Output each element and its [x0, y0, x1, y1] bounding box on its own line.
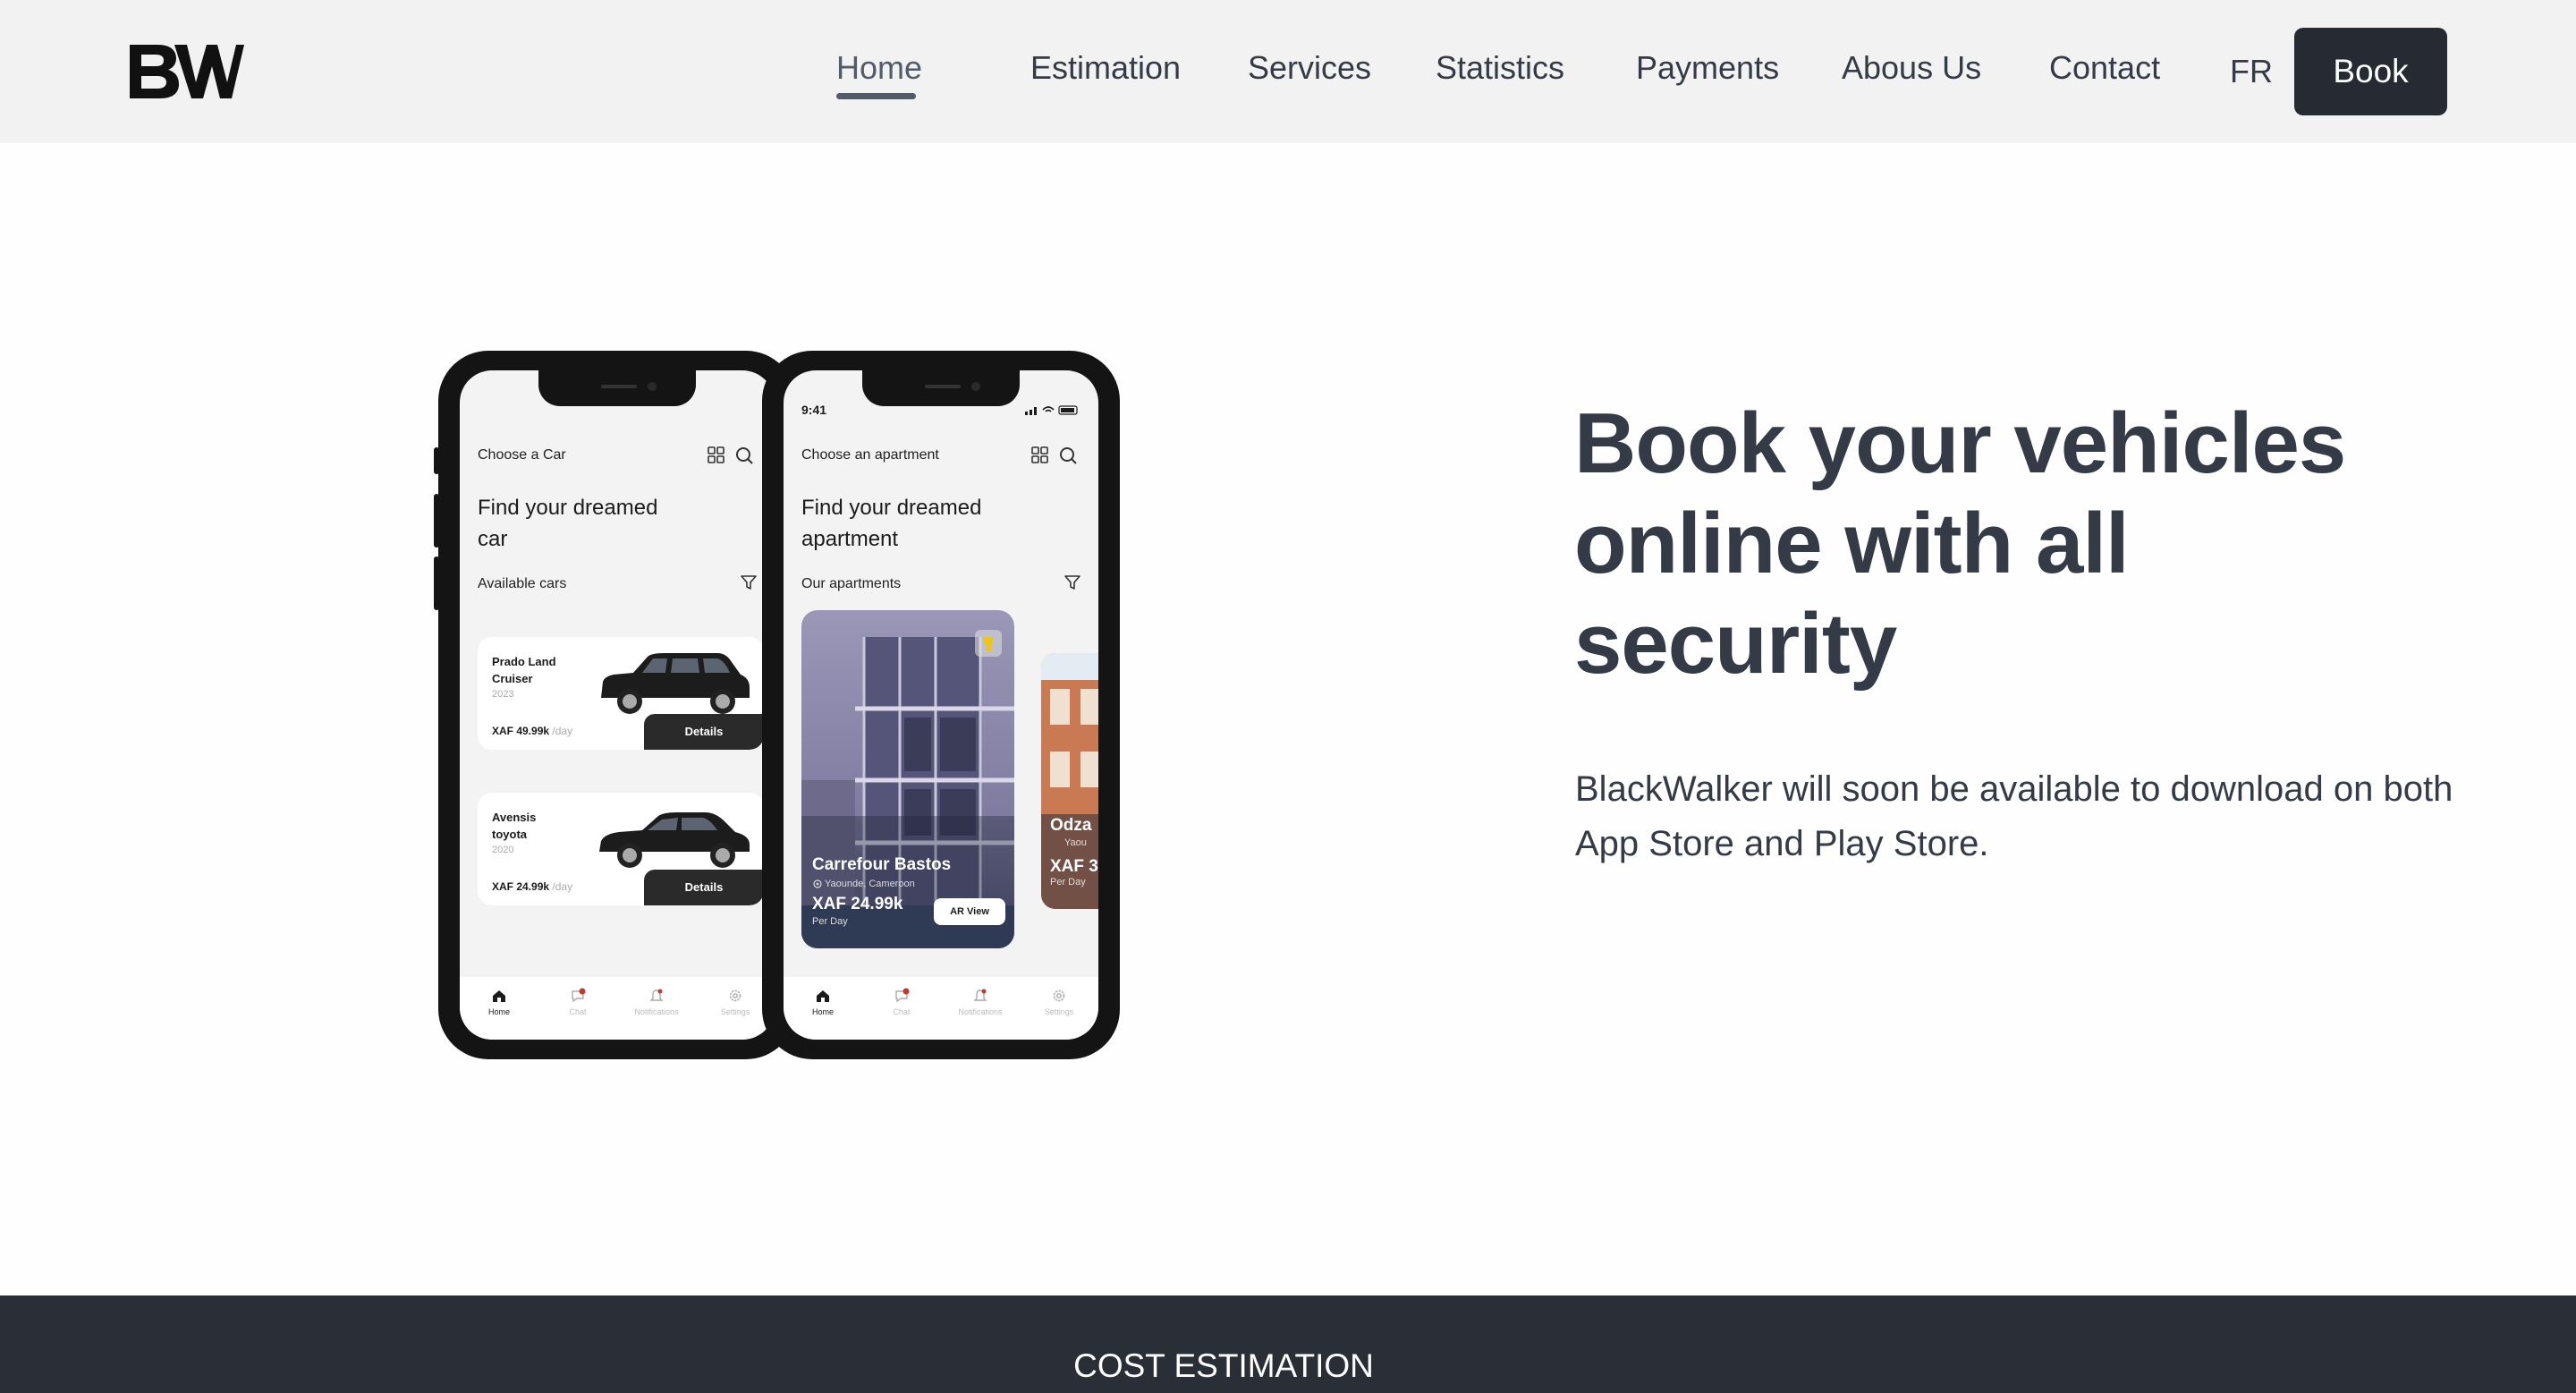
hero-subtitle: BlackWalker will soon be available to do… [1575, 769, 2453, 863]
grid-icon [708, 446, 724, 463]
sedan-car-image [599, 812, 750, 868]
apartment-price-unit: Per Day [812, 916, 848, 927]
book-button[interactable]: Book [2294, 28, 2447, 115]
bell-icon [973, 989, 987, 1001]
car-price: XAF 24.99k /day [492, 880, 573, 893]
screen-title: Choose a Car [478, 447, 566, 463]
section-label: Our apartments [801, 576, 902, 591]
bottom-tab-bar: Home Chat Notifications Settings [784, 977, 1098, 1040]
tab-settings[interactable]: Settings [1020, 988, 1098, 1016]
car-year: 2023 [492, 689, 514, 700]
car-card[interactable]: Prado Land Cruiser 2023 XAF 49.99k /day … [478, 637, 764, 750]
status-bar-icons [1025, 405, 1078, 415]
apartment-name: Odza [1050, 816, 1092, 835]
filter-icon[interactable] [739, 573, 758, 592]
apartment-card[interactable]: Odza Yaou XAF 3 Per Day [1041, 653, 1098, 909]
phone-mockup-apartments: 9:41 Choose an apartment Find your dream… [762, 351, 1120, 1059]
cost-estimation-section: COST ESTIMATION [0, 1295, 2576, 1393]
nav-payments[interactable]: Payments [1636, 0, 1779, 143]
car-year: 2020 [492, 845, 514, 855]
nav-services[interactable]: Services [1248, 0, 1371, 143]
nav-active-underline [836, 93, 916, 99]
home-icon [817, 990, 829, 1002]
tab-chat[interactable]: Chat [862, 988, 941, 1016]
apartment-name: Carrefour Bastos [812, 855, 952, 874]
tab-notifications[interactable]: Notifications [617, 988, 696, 1016]
nav-home[interactable]: Home [836, 0, 922, 143]
language-switch[interactable]: FR [2230, 0, 2273, 143]
bw-logo-icon[interactable] [128, 43, 244, 100]
tab-notifications[interactable]: Notifications [941, 988, 1020, 1016]
screen-heading: Find your dreamed apartment [801, 496, 982, 551]
site-header: Home Estimation Services Statistics Paym… [0, 0, 2576, 143]
nav-contact[interactable]: Contact [2049, 0, 2160, 143]
search-icon [1060, 447, 1077, 464]
section-label: Available cars [478, 576, 567, 591]
details-button[interactable]: Details [644, 714, 764, 750]
trophy-badge[interactable] [975, 630, 1002, 657]
apartment-location: Yaou [1064, 837, 1087, 848]
phone-notch [538, 370, 696, 406]
nav-about-us[interactable]: Abous Us [1842, 0, 1981, 143]
chat-icon [895, 988, 910, 1003]
tab-home[interactable]: Home [460, 988, 538, 1016]
apartment-location: Yaounde, Cameroon [825, 879, 915, 889]
hero-title: Book your vehicles online with all secur… [1574, 395, 2346, 692]
nav-estimation[interactable]: Estimation [1030, 0, 1181, 143]
grid-search-icons[interactable] [705, 444, 758, 467]
apartment-card[interactable]: Carrefour Bastos Yaounde, Cameroon XAF 2… [801, 610, 1014, 948]
car-card[interactable]: Avensis toyota 2020 XAF 24.99k /day Deta… [478, 793, 764, 905]
status-time: 9:41 [801, 403, 827, 417]
filter-icon[interactable] [1063, 573, 1082, 592]
phone-mockup-cars: Choose a Car Find your dreamed car Avail… [438, 351, 796, 1059]
location-pin-icon [813, 879, 822, 888]
car-price: XAF 49.99k /day [492, 725, 573, 737]
search-icon [736, 447, 753, 464]
screen-heading: Find your dreamed car [478, 496, 658, 551]
screen-title: Choose an apartment [801, 447, 939, 463]
car-name: Avensis toyota [492, 811, 537, 841]
grid-search-icons[interactable] [1029, 444, 1082, 467]
bottom-tab-bar: Home Chat Notifications Settings [460, 977, 775, 1040]
ar-view-button[interactable]: AR View [934, 898, 1005, 925]
grid-icon [1031, 446, 1048, 463]
bell-icon [649, 989, 664, 1001]
car-name: Prado Land Cruiser [492, 655, 556, 685]
section-title: COST ESTIMATION [1073, 1347, 1374, 1384]
chat-icon [572, 988, 586, 1003]
gear-icon [1053, 990, 1065, 1002]
phone-notch [862, 370, 1020, 406]
nav-statistics[interactable]: Statistics [1436, 0, 1564, 143]
phone-screen-cars: Choose a Car Find your dreamed car Avail… [460, 370, 775, 1040]
trophy-icon [984, 637, 993, 651]
gear-icon [729, 990, 741, 1002]
tab-chat[interactable]: Chat [538, 988, 617, 1016]
phone-screen-apartments: 9:41 Choose an apartment Find your dream… [784, 370, 1098, 1040]
apartment-price-unit: Per Day [1050, 877, 1086, 888]
apartment-price: XAF 3 [1050, 857, 1098, 876]
suv-car-image [601, 653, 750, 714]
home-icon [493, 990, 505, 1002]
tab-home[interactable]: Home [784, 988, 862, 1016]
apartment-price: XAF 24.99k [812, 895, 903, 913]
details-button[interactable]: Details [644, 870, 764, 905]
